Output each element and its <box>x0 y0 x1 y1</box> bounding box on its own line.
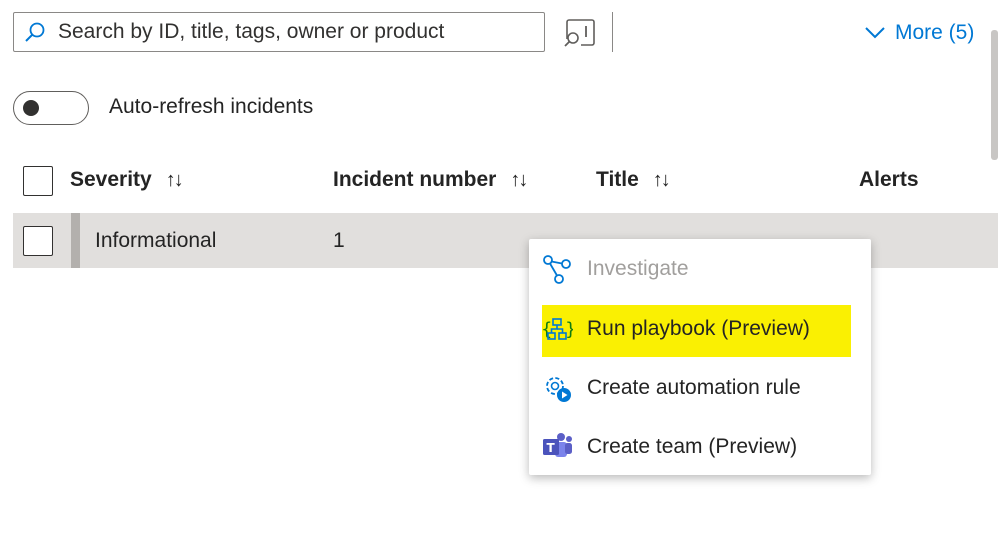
investigate-icon <box>543 255 571 284</box>
menu-item-create-automation-rule[interactable]: Create automation rule <box>529 360 871 416</box>
sort-icon[interactable]: ↑↓ <box>510 169 528 192</box>
svg-text:T: T <box>547 441 556 455</box>
auto-refresh-label: Auto-refresh incidents <box>109 95 314 118</box>
toggle-knob <box>23 100 39 116</box>
more-label: More (5) <box>895 21 975 44</box>
column-header-severity[interactable]: Severity ↑↓ <box>70 168 184 192</box>
chevron-down-icon <box>865 27 885 39</box>
query-filter-icon[interactable] <box>563 17 597 49</box>
search-input[interactable] <box>58 20 518 44</box>
search-icon <box>25 22 45 42</box>
search-box[interactable] <box>13 12 545 52</box>
menu-item-create-team[interactable]: T Create team (Preview) <box>529 419 871 475</box>
sort-icon[interactable]: ↑↓ <box>166 169 184 192</box>
row-checkbox[interactable] <box>23 226 53 256</box>
menu-item-investigate[interactable]: Investigate <box>529 241 871 297</box>
menu-item-run-playbook[interactable]: { } Run playbook (Preview) <box>529 301 871 357</box>
column-header-alerts[interactable]: Alerts <box>859 168 919 192</box>
scrollbar[interactable] <box>991 30 998 160</box>
severity-cell: Informational <box>95 229 217 252</box>
column-header-title[interactable]: Title ↑↓ <box>596 168 671 192</box>
toolbar-divider <box>612 12 613 52</box>
column-header-incident-number[interactable]: Incident number ↑↓ <box>333 168 528 192</box>
select-all-checkbox[interactable] <box>23 166 53 196</box>
severity-indicator <box>71 213 80 268</box>
teams-icon: T <box>543 433 572 457</box>
incident-number-cell: 1 <box>333 229 345 252</box>
sort-icon[interactable]: ↑↓ <box>653 169 671 192</box>
context-menu: Investigate { } Run playbook (Preview) <box>529 239 871 475</box>
auto-refresh-toggle[interactable] <box>13 91 89 125</box>
automation-gear-icon <box>546 377 571 402</box>
more-filters-button[interactable]: More (5) <box>864 18 974 48</box>
playbook-icon: { } <box>541 318 573 340</box>
